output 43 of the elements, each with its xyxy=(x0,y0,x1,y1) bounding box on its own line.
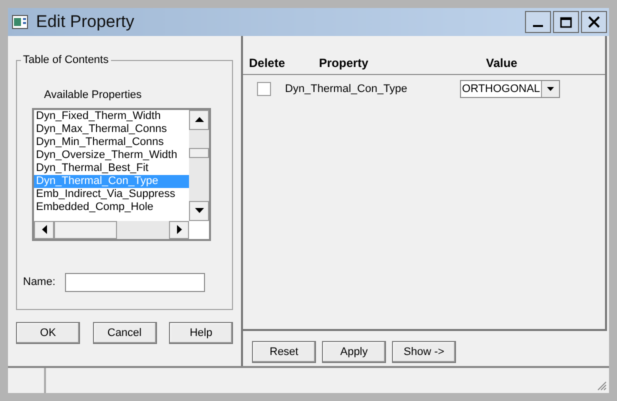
scroll-down-button[interactable] xyxy=(189,200,209,220)
vertical-scrollbar[interactable] xyxy=(189,110,209,220)
property-name: Dyn_Thermal_Con_Type xyxy=(285,82,408,97)
list-item[interactable]: Embedded_Comp_Hole xyxy=(34,200,189,214)
ok-button[interactable]: OK xyxy=(16,322,80,344)
list-label: Available Properties xyxy=(43,88,143,103)
scroll-left-button[interactable] xyxy=(34,220,54,238)
close-button[interactable] xyxy=(581,11,607,33)
down-arrow-icon xyxy=(194,208,204,213)
up-arrow-icon xyxy=(194,117,204,122)
apply-button[interactable]: Apply xyxy=(322,341,386,363)
list-item[interactable]: Dyn_Oversize_Therm_Width xyxy=(34,148,189,162)
window-title: Edit Property xyxy=(36,11,134,34)
close-icon xyxy=(587,15,601,29)
minimize-icon xyxy=(533,25,543,27)
horizontal-scrollbar[interactable] xyxy=(34,220,189,238)
scroll-thumb[interactable] xyxy=(54,220,117,238)
show-button[interactable]: Show -> xyxy=(392,341,456,363)
cancel-button[interactable]: Cancel xyxy=(92,322,156,344)
scroll-right-button[interactable] xyxy=(169,220,189,238)
list-item[interactable]: Dyn_Max_Thermal_Conns xyxy=(34,122,189,136)
name-field[interactable] xyxy=(65,272,206,292)
resize-grip-icon[interactable] xyxy=(597,381,607,391)
left-arrow-icon xyxy=(42,225,46,234)
value-header: Value xyxy=(486,55,518,72)
list-item[interactable]: Emb_Indirect_Via_Suppress xyxy=(34,188,189,200)
list-item[interactable]: Dyn_Fixed_Therm_Width xyxy=(34,110,189,122)
list-item[interactable]: Dyn_Thermal_Best_Fit xyxy=(34,162,189,174)
list-item[interactable]: Dyn_Min_Thermal_Conns xyxy=(34,136,189,148)
reset-button[interactable]: Reset xyxy=(252,341,316,363)
app-icon xyxy=(12,15,28,29)
delete-checkbox[interactable] xyxy=(257,82,271,96)
property-header: Property xyxy=(319,55,368,72)
maximize-button[interactable] xyxy=(553,11,579,33)
help-button[interactable]: Help xyxy=(169,322,233,344)
maximize-icon xyxy=(560,16,572,28)
scroll-up-button[interactable] xyxy=(189,110,209,130)
minimize-button[interactable] xyxy=(525,11,551,33)
name-label: Name: xyxy=(23,274,56,290)
delete-header: Delete xyxy=(249,55,286,72)
scroll-thumb[interactable] xyxy=(189,148,209,158)
value-dropdown[interactable]: ORTHOGONAL xyxy=(460,80,560,98)
right-arrow-icon xyxy=(176,225,182,234)
